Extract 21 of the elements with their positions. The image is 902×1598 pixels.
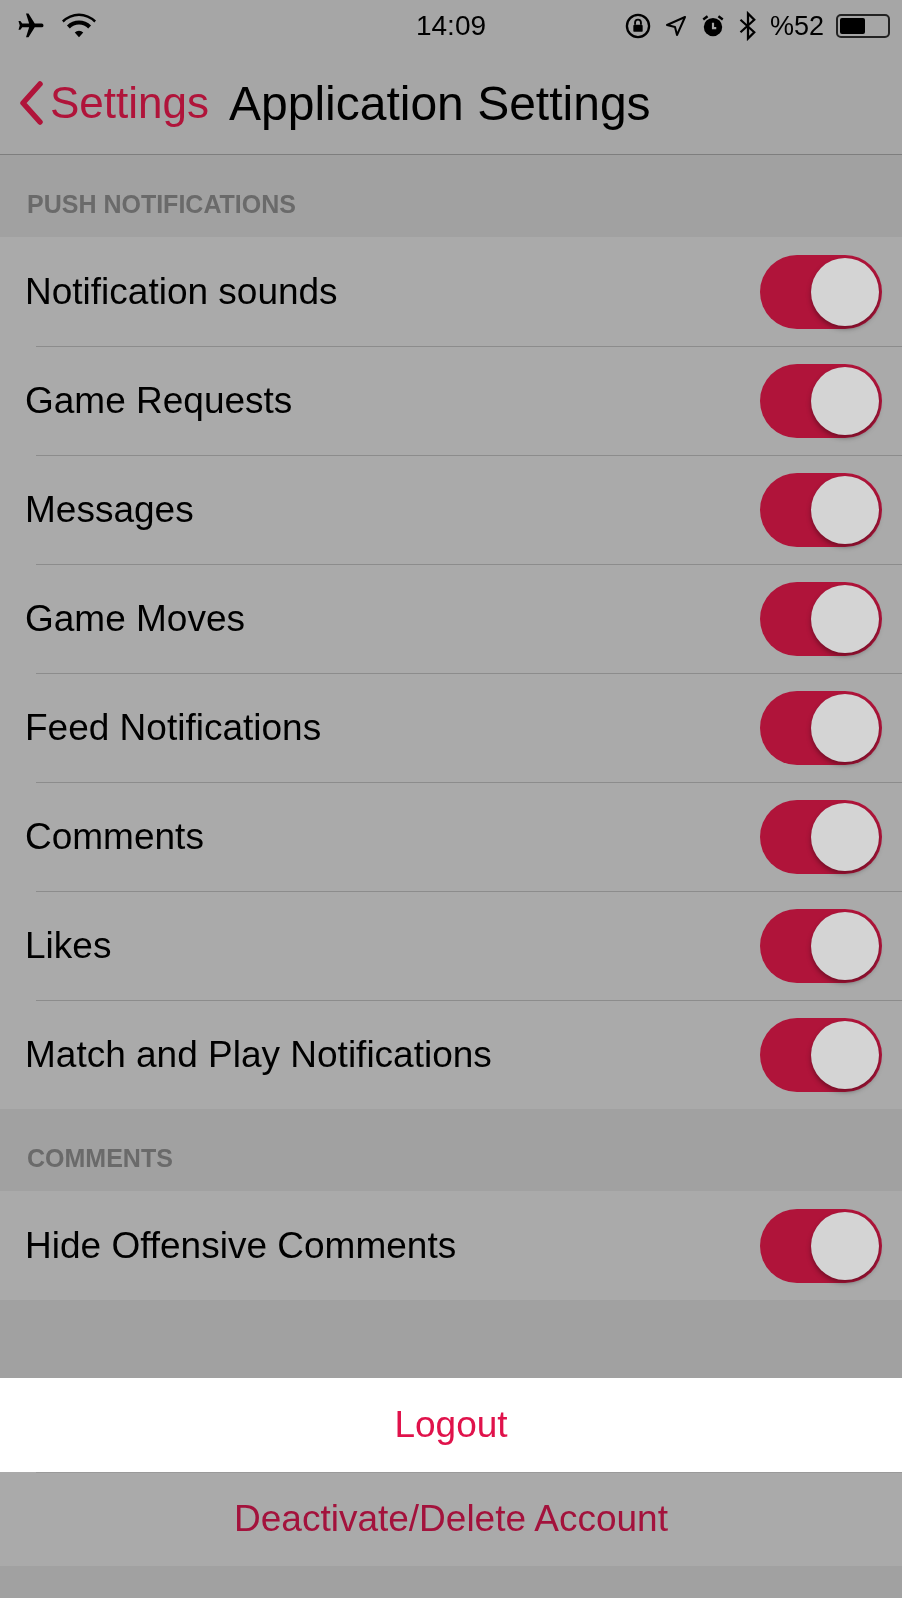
setting-label: Game Moves bbox=[25, 597, 245, 640]
back-button[interactable]: Settings bbox=[18, 78, 209, 128]
location-arrow-icon bbox=[663, 13, 688, 39]
setting-label: Game Requests bbox=[25, 379, 293, 422]
setting-label: Hide Offensive Comments bbox=[25, 1224, 457, 1267]
setting-label: Comments bbox=[25, 815, 204, 858]
page-title: Application Settings bbox=[229, 75, 651, 131]
wifi-icon bbox=[62, 13, 96, 39]
setting-label: Notification sounds bbox=[25, 270, 338, 313]
battery-icon bbox=[836, 14, 890, 38]
chevron-left-icon bbox=[18, 81, 44, 125]
action-link[interactable]: Logout bbox=[394, 1404, 508, 1446]
bluetooth-icon bbox=[737, 11, 758, 41]
rotation-lock-icon bbox=[623, 12, 652, 40]
status-time: 14:09 bbox=[414, 10, 488, 42]
action-link[interactable]: Deactivate/Delete Account bbox=[234, 1498, 668, 1540]
setting-label: Match and Play Notifications bbox=[25, 1033, 492, 1076]
setting-label: Messages bbox=[25, 488, 194, 531]
setting-label: Feed Notifications bbox=[25, 706, 322, 749]
battery-percentage: %52 bbox=[769, 10, 824, 42]
setting-label: Likes bbox=[25, 924, 112, 967]
